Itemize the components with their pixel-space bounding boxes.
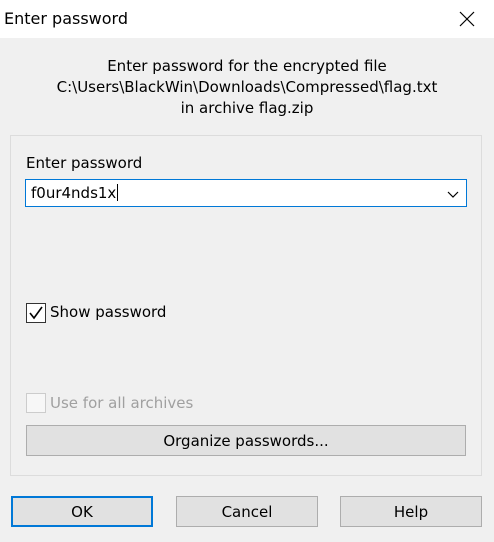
- password-input[interactable]: f0ur4nds1x: [31, 183, 118, 203]
- show-password-label[interactable]: Show password: [50, 302, 166, 322]
- chevron-down-icon[interactable]: [446, 187, 460, 201]
- organize-passwords-button[interactable]: Organize passwords...: [26, 425, 466, 456]
- password-label: Enter password: [26, 154, 143, 172]
- file-path: C:\Users\BlackWin\Downloads\Compressed\f…: [56, 78, 438, 96]
- help-button[interactable]: Help: [340, 496, 482, 527]
- show-password-checkbox[interactable]: [26, 303, 46, 323]
- use-for-all-archives-checkbox: [26, 393, 46, 413]
- close-icon: [459, 11, 475, 27]
- checkmark-icon: [29, 306, 43, 320]
- prompt-message: Enter password for the encrypted file C:…: [0, 56, 494, 119]
- window-title: Enter password: [4, 9, 128, 28]
- prompt-line-1: Enter password for the encrypted file: [107, 57, 387, 75]
- password-combobox[interactable]: f0ur4nds1x: [25, 179, 467, 207]
- archive-name: in archive flag.zip: [180, 99, 314, 117]
- close-button[interactable]: [440, 0, 494, 38]
- cancel-button[interactable]: Cancel: [176, 496, 318, 527]
- ok-button[interactable]: OK: [11, 496, 153, 527]
- use-for-all-archives-label: Use for all archives: [50, 394, 194, 412]
- title-bar[interactable]: Enter password: [0, 0, 494, 38]
